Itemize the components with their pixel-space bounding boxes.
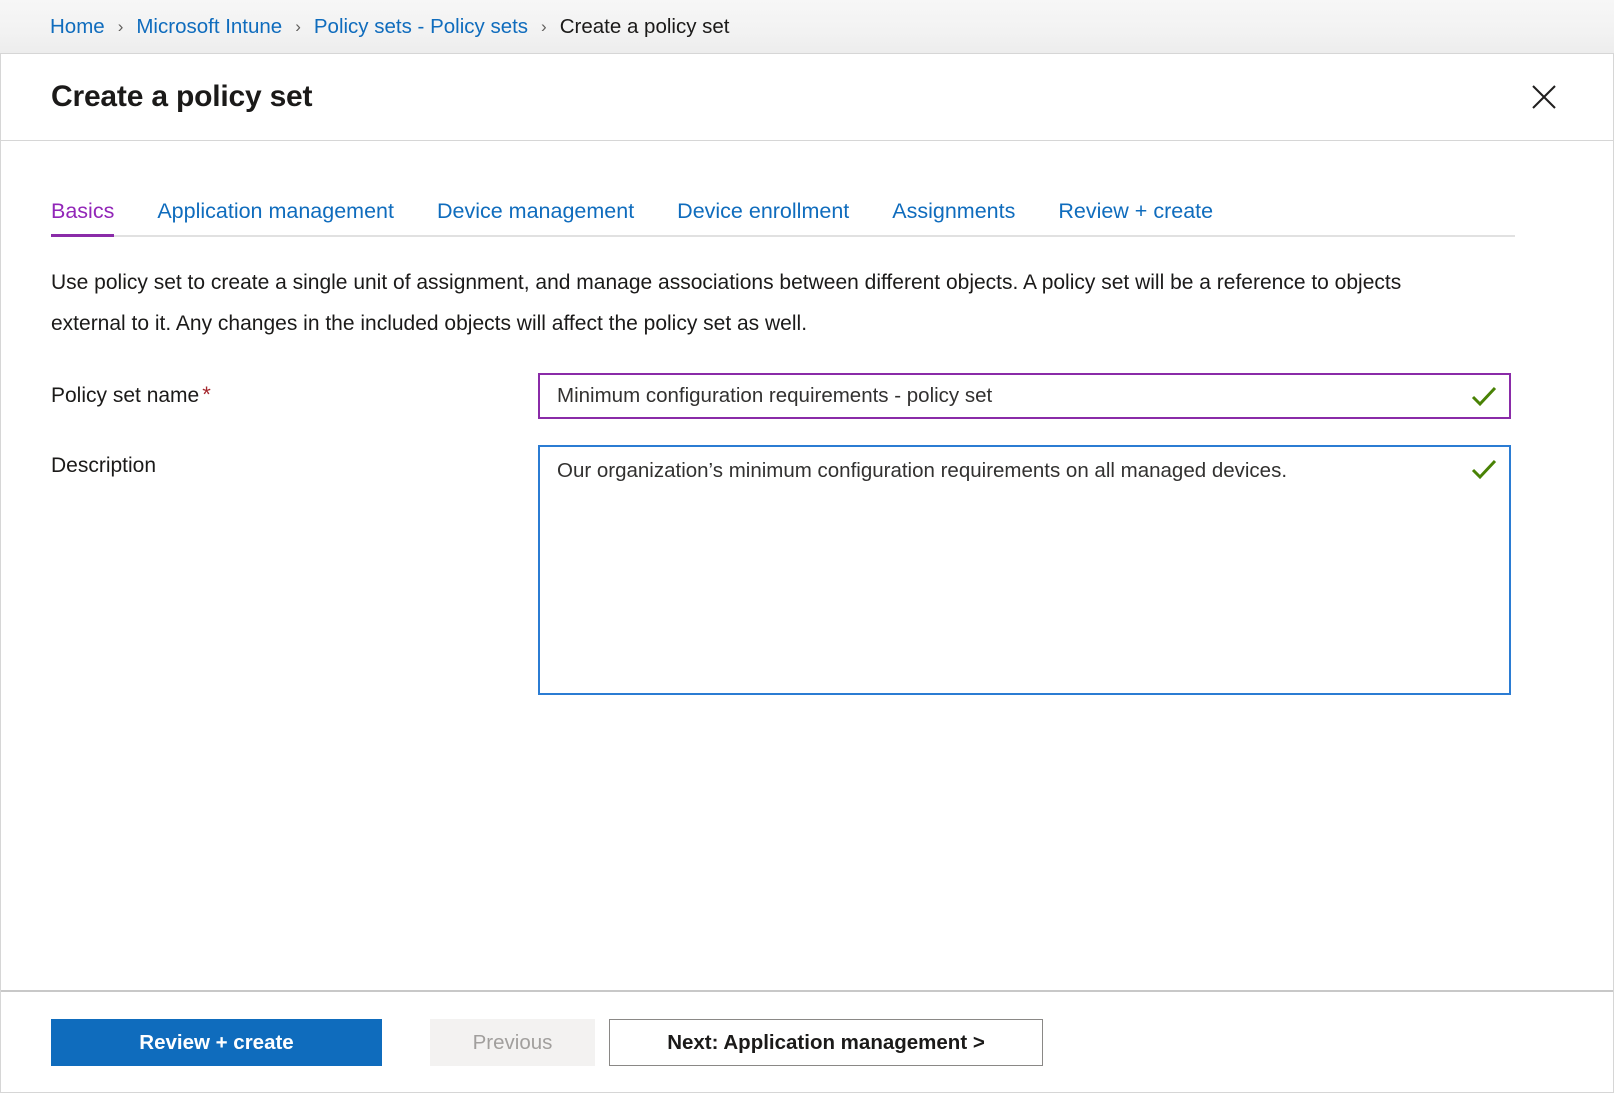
- description-textarea[interactable]: [538, 445, 1511, 695]
- description-control: [538, 445, 1511, 700]
- breadcrumb-separator: ›: [118, 18, 124, 35]
- breadcrumb-item-microsoft-intune[interactable]: Microsoft Intune: [136, 15, 282, 39]
- policy-set-name-control: [538, 373, 1511, 419]
- policy-set-name-label: Policy set name*: [51, 373, 538, 408]
- tab-review-create[interactable]: Review + create: [1058, 199, 1213, 235]
- close-icon[interactable]: [1527, 80, 1561, 114]
- tab-application-management[interactable]: Application management: [157, 199, 394, 235]
- tab-device-enrollment[interactable]: Device enrollment: [677, 199, 849, 235]
- breadcrumb: Home › Microsoft Intune › Policy sets - …: [0, 0, 1614, 54]
- breadcrumb-item-create-a-policy-set: Create a policy set: [560, 15, 730, 39]
- intro-description: Use policy set to create a single unit o…: [51, 262, 1471, 344]
- wizard-tabs: Basics Application management Device man…: [51, 188, 1515, 237]
- next-application-management-button[interactable]: Next: Application management >: [609, 1019, 1043, 1066]
- form-row-description: Description: [51, 445, 1563, 700]
- create-policy-set-blade: Create a policy set Basics Application m…: [0, 54, 1614, 1093]
- tab-device-management[interactable]: Device management: [437, 199, 634, 235]
- tab-basics[interactable]: Basics: [51, 199, 114, 235]
- blade-footer: Review + create Previous Next: Applicati…: [1, 990, 1613, 1092]
- breadcrumb-separator: ›: [541, 18, 547, 35]
- page-title: Create a policy set: [51, 80, 312, 114]
- breadcrumb-separator: ›: [295, 18, 301, 35]
- description-label: Description: [51, 445, 538, 478]
- blade-header: Create a policy set: [1, 54, 1613, 141]
- breadcrumb-item-policy-sets[interactable]: Policy sets - Policy sets: [314, 15, 528, 39]
- policy-set-name-input[interactable]: [538, 373, 1511, 419]
- policy-set-name-label-text: Policy set name: [51, 384, 199, 407]
- form-row-policy-set-name: Policy set name*: [51, 373, 1563, 419]
- review-create-button[interactable]: Review + create: [51, 1019, 382, 1066]
- blade-body: Basics Application management Device man…: [1, 141, 1613, 990]
- previous-button: Previous: [430, 1019, 595, 1066]
- description-label-text: Description: [51, 454, 156, 477]
- tab-assignments[interactable]: Assignments: [892, 199, 1015, 235]
- required-asterisk: *: [202, 382, 211, 407]
- close-icon-glyph: [1531, 84, 1557, 110]
- breadcrumb-item-home[interactable]: Home: [50, 15, 105, 39]
